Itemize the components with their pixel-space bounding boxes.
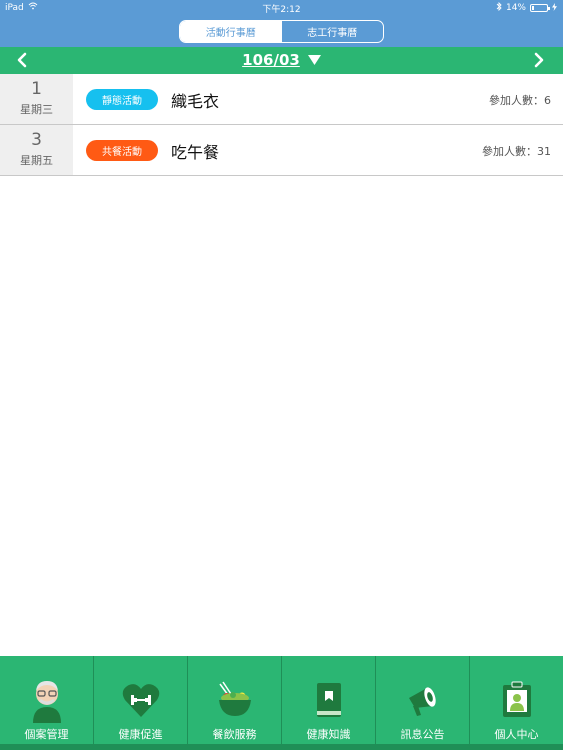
salad-bowl-icon	[213, 678, 257, 722]
list-item[interactable]: 1 星期三 靜態活動 織毛衣 參加人數：6	[0, 74, 563, 125]
elder-icon	[25, 678, 69, 723]
tab-shade	[188, 744, 281, 750]
activity-title: 吃午餐	[171, 143, 220, 162]
tab-shade	[94, 744, 187, 750]
participant-count: 參加人數：31	[482, 145, 551, 158]
month-navigator: 106/03	[0, 47, 563, 74]
activity-type-badge: 靜態活動	[86, 89, 158, 110]
tab-health-promotion[interactable]: 健康促進	[94, 656, 188, 750]
tab-personal-center[interactable]: 個人中心	[470, 656, 563, 750]
participant-count: 參加人數：6	[489, 94, 551, 107]
tab-label: 餐飲服務	[212, 728, 257, 741]
month-picker[interactable]: 106/03	[0, 51, 563, 69]
tab-label: 個人中心	[494, 728, 539, 741]
charging-icon	[552, 2, 557, 14]
tab-shade	[376, 744, 469, 750]
bottom-tab-bar: 個案管理 健康促進 餐飲服務 健康知識 訊息公告 個人中心	[0, 656, 563, 750]
tab-health-knowledge[interactable]: 健康知識	[282, 656, 376, 750]
tab-label: 健康知識	[306, 728, 351, 741]
heart-dumbbell-icon	[119, 678, 163, 722]
tab-volunteer-calendar[interactable]: 志工行事曆	[282, 21, 384, 42]
weekday-label: 星期五	[20, 154, 53, 167]
megaphone-icon	[401, 678, 445, 722]
battery-fill	[532, 6, 534, 10]
activity-title: 織毛衣	[171, 92, 220, 111]
tab-meal-service[interactable]: 餐飲服務	[188, 656, 282, 750]
day-number: 1	[31, 79, 42, 99]
app-screen: iPad 下午2:12 14% 活動行事曆 志工行事曆 106/03 1 星期三…	[0, 0, 563, 750]
id-badge-icon	[495, 678, 539, 722]
tab-shade	[0, 744, 93, 750]
tab-label: 健康促進	[118, 728, 163, 741]
date-cell: 3 星期五	[0, 125, 73, 175]
weekday-label: 星期三	[20, 103, 53, 116]
activity-type-badge: 共餐活動	[86, 140, 158, 161]
next-month-button[interactable]	[529, 50, 549, 70]
status-bar: iPad 下午2:12 14%	[0, 0, 563, 16]
caret-down-icon	[307, 55, 321, 65]
tab-label: 個案管理	[24, 728, 69, 741]
tab-label: 訊息公告	[400, 728, 445, 741]
date-cell: 1 星期三	[0, 74, 73, 124]
tab-shade	[470, 744, 563, 750]
tab-activity-calendar[interactable]: 活動行事曆	[180, 21, 282, 42]
battery-percent: 14%	[505, 3, 526, 13]
activity-list: 1 星期三 靜態活動 織毛衣 參加人數：6 3 星期五 共餐活動 吃午餐 參加人…	[0, 74, 563, 176]
battery-icon	[530, 4, 550, 12]
month-label: 106/03	[242, 51, 300, 69]
status-right: 14%	[496, 1, 557, 14]
tab-shade	[282, 744, 375, 750]
calendar-segmented-control: 活動行事曆 志工行事曆	[179, 20, 384, 43]
chevron-right-icon	[534, 52, 544, 68]
tab-case-management[interactable]: 個案管理	[0, 656, 94, 750]
book-icon	[307, 678, 351, 722]
day-number: 3	[31, 130, 42, 150]
bluetooth-icon	[496, 1, 502, 14]
tab-announcements[interactable]: 訊息公告	[376, 656, 470, 750]
top-header: iPad 下午2:12 14% 活動行事曆 志工行事曆	[0, 0, 563, 47]
list-item[interactable]: 3 星期五 共餐活動 吃午餐 參加人數：31	[0, 125, 563, 176]
status-time: 下午2:12	[262, 5, 301, 15]
